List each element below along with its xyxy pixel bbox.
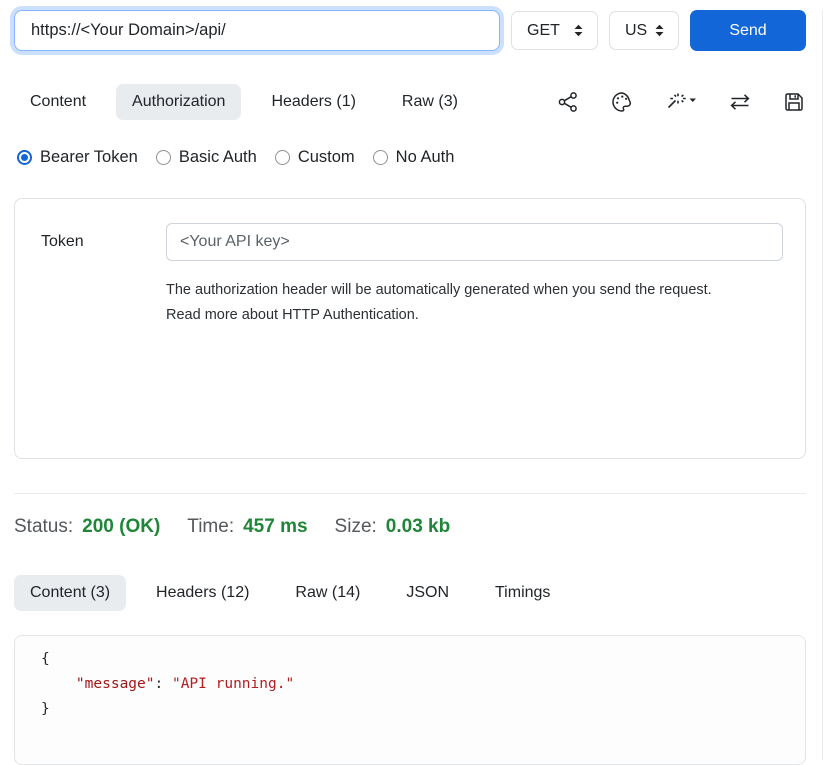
- auth-option-label: No Auth: [396, 148, 455, 167]
- status-value: 200 (OK): [82, 516, 160, 538]
- request-tabs: Content Authorization Headers (1) Raw (3…: [14, 84, 806, 120]
- auth-option-basic-auth[interactable]: Basic Auth: [156, 148, 257, 167]
- tab-response-raw[interactable]: Raw (14): [279, 575, 376, 611]
- json-close-brace: }: [41, 701, 50, 717]
- auth-option-custom[interactable]: Custom: [275, 148, 355, 167]
- region-select[interactable]: US: [609, 11, 679, 50]
- time-group: Time: 457 ms: [187, 516, 307, 538]
- json-open-brace: {: [41, 651, 50, 667]
- region-select-value: US: [625, 22, 647, 40]
- send-button[interactable]: Send: [690, 10, 806, 51]
- json-string-value: "API running.": [172, 676, 294, 692]
- status-group: Status: 200 (OK): [14, 516, 160, 538]
- tab-response-timings[interactable]: Timings: [479, 575, 566, 611]
- auth-type-options: Bearer Token Basic Auth Custom No Auth: [17, 148, 806, 167]
- request-bar: GET US Send: [14, 10, 806, 51]
- tab-authorization[interactable]: Authorization: [116, 84, 241, 120]
- response-summary: Status: 200 (OK) Time: 457 ms Size: 0.03…: [14, 516, 806, 538]
- auth-option-label: Bearer Token: [40, 148, 138, 167]
- size-label: Size:: [335, 516, 377, 538]
- radio-bearer-token[interactable]: [17, 150, 32, 165]
- radio-custom[interactable]: [275, 150, 290, 165]
- auth-option-label: Basic Auth: [179, 148, 257, 167]
- token-row: Token: [15, 199, 805, 261]
- api-client-panel: GET US Send Content Authorization Header…: [0, 10, 837, 765]
- tab-raw[interactable]: Raw (3): [386, 84, 474, 120]
- swap-arrows-icon[interactable]: [728, 90, 752, 114]
- size-value: 0.03 kb: [386, 516, 450, 538]
- tab-content[interactable]: Content: [14, 84, 102, 120]
- auth-help-text: The authorization header will be automat…: [166, 278, 748, 328]
- tab-headers[interactable]: Headers (1): [255, 84, 371, 120]
- tab-response-content[interactable]: Content (3): [14, 575, 126, 611]
- auth-panel: Token The authorization header will be a…: [14, 198, 806, 459]
- json-indent: [41, 676, 76, 692]
- response-body-viewer[interactable]: { "message": "API running." }: [14, 635, 806, 765]
- updown-arrows-icon: [572, 23, 585, 38]
- method-select[interactable]: GET: [511, 11, 598, 50]
- radio-no-auth[interactable]: [373, 150, 388, 165]
- palette-icon[interactable]: [610, 90, 634, 114]
- status-label: Status:: [14, 516, 73, 538]
- auth-option-no-auth[interactable]: No Auth: [373, 148, 455, 167]
- json-key: "message": [76, 676, 155, 692]
- time-value: 457 ms: [243, 516, 307, 538]
- auth-option-label: Custom: [298, 148, 355, 167]
- save-icon[interactable]: [782, 90, 806, 114]
- updown-arrows-icon: [653, 23, 666, 38]
- tab-response-headers[interactable]: Headers (12): [140, 575, 265, 611]
- magic-wand-dropdown-icon[interactable]: [664, 90, 698, 114]
- method-select-value: GET: [527, 22, 560, 40]
- time-label: Time:: [187, 516, 234, 538]
- share-icon[interactable]: [556, 90, 580, 114]
- section-divider: [14, 493, 806, 494]
- json-colon: :: [155, 676, 172, 692]
- auth-option-bearer-token[interactable]: Bearer Token: [17, 148, 138, 167]
- request-toolbar: [556, 90, 806, 114]
- tab-response-json[interactable]: JSON: [390, 575, 465, 611]
- response-tabs: Content (3) Headers (12) Raw (14) JSON T…: [14, 575, 806, 611]
- token-input[interactable]: [166, 223, 783, 261]
- url-input[interactable]: [14, 10, 500, 51]
- radio-basic-auth[interactable]: [156, 150, 171, 165]
- token-label: Token: [41, 233, 166, 251]
- size-group: Size: 0.03 kb: [335, 516, 451, 538]
